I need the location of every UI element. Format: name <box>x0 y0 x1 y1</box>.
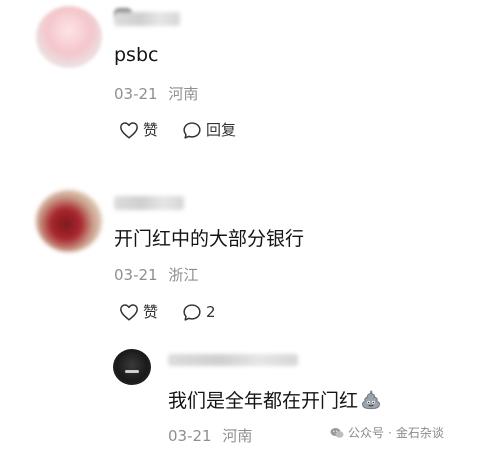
username-blurred[interactable] <box>114 12 180 26</box>
heart-icon <box>120 304 138 321</box>
reply-label: 回复 <box>206 121 237 139</box>
reply-text: 我们是全年都在开门红 <box>168 389 382 411</box>
reply-count-button[interactable]: 2 <box>182 303 216 322</box>
comment-location: 河南 <box>168 85 199 103</box>
comment-date: 03-21 <box>114 85 158 103</box>
like-button[interactable]: 赞 <box>119 121 158 139</box>
avatar[interactable] <box>36 6 102 68</box>
reply-text-content: 我们是全年都在开门红 <box>168 390 359 412</box>
comment-date: 03-21 <box>114 266 158 284</box>
comment-bubble-icon <box>183 122 201 139</box>
reply-date: 03-21 <box>168 427 212 445</box>
reply-location: 河南 <box>222 427 253 445</box>
username-blurred[interactable] <box>168 354 298 366</box>
poop-emoji-icon <box>361 390 381 410</box>
comment-text: 开门红中的大部分银行 <box>114 228 305 250</box>
watermark-account: 金石杂谈 <box>395 426 444 440</box>
comment-meta: 03-21 浙江 <box>114 268 198 283</box>
watermark-source: 公众号 <box>348 426 385 440</box>
avatar[interactable] <box>113 349 151 385</box>
watermark-separator: · <box>388 425 392 440</box>
comment-bubble-icon <box>183 304 201 321</box>
reply-meta: 03-21 河南 <box>168 429 252 444</box>
like-label: 赞 <box>143 302 159 321</box>
comment-meta: 03-21 河南 <box>114 87 198 102</box>
reply-count: 2 <box>206 303 216 321</box>
like-label: 赞 <box>143 120 159 139</box>
watermark: 公众号 · 金石杂谈 <box>330 424 444 441</box>
wechat-icon <box>330 427 344 438</box>
comment-text: psbc <box>114 44 159 66</box>
comment-location: 浙江 <box>168 266 199 284</box>
reply-button[interactable]: 回复 <box>182 121 236 140</box>
avatar[interactable] <box>36 190 102 252</box>
like-button[interactable]: 赞 <box>119 303 158 321</box>
heart-icon <box>120 122 138 139</box>
username-blurred[interactable] <box>114 196 184 210</box>
